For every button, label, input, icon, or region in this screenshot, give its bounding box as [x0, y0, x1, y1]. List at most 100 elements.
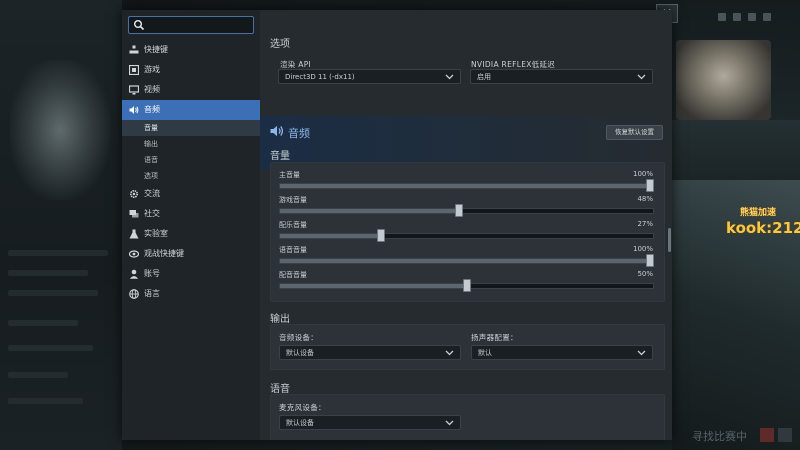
watermark-logo: 熊猫加速 kook:212	[726, 206, 800, 240]
search-icon	[134, 20, 145, 31]
reset-defaults-button[interactable]: 恢复默认设置	[606, 125, 663, 140]
matchmaking-widget[interactable]: 寻找比赛中	[672, 420, 800, 450]
background-hero-art	[10, 60, 110, 200]
gear-icon	[129, 189, 139, 199]
speaker-config-label: 扬声器配置：	[471, 333, 518, 342]
speaker-icon	[129, 106, 139, 114]
search-input[interactable]	[128, 16, 254, 34]
slider-fill	[280, 259, 653, 263]
flask-icon	[129, 229, 139, 239]
sidebar-item-label: 社交	[144, 209, 160, 218]
sidebar-item-label: 快捷键	[144, 45, 168, 54]
render-api-select[interactable]: Direct3D 11 (-dx11)	[278, 69, 461, 84]
content-scrollbar[interactable]	[668, 228, 671, 252]
sidebar-subitem-voice[interactable]: 语音	[122, 152, 260, 168]
slider-thumb[interactable]	[463, 279, 471, 292]
sidebar-item-language[interactable]: 语言	[122, 284, 260, 304]
settings-nav: 快捷键 游戏 视频 音频 音量 输出 语音 选项 交流 社交 实验室 观战快捷键…	[122, 40, 260, 304]
sidebar-item-game[interactable]: 游戏	[122, 60, 260, 80]
background-hero-card	[676, 40, 771, 120]
settings-sidebar: 快捷键 游戏 视频 音频 音量 输出 语音 选项 交流 社交 实验室 观战快捷键…	[122, 10, 260, 440]
audio-device-label: 音频设备：	[279, 333, 318, 342]
sidebar-item-spectator-hotkeys[interactable]: 观战快捷键	[122, 244, 260, 264]
master-volume-slider[interactable]	[279, 179, 654, 192]
watermark-main-text: kook:212	[726, 219, 800, 237]
chevron-down-icon	[445, 420, 454, 426]
slider-thumb[interactable]	[646, 179, 654, 192]
music-volume-slider[interactable]	[279, 229, 654, 242]
section-title-options: 选项	[270, 39, 290, 50]
sidebar-item-video[interactable]: 视频	[122, 80, 260, 100]
user-icon	[129, 269, 139, 279]
game-icon	[129, 65, 139, 75]
mic-device-value: 默认设备	[286, 419, 314, 427]
speaker-config-select[interactable]: 默认	[471, 345, 653, 360]
slider-label: 游戏音量	[279, 196, 307, 204]
sidebar-item-label: 视频	[144, 85, 160, 94]
speaker-config-value: 默认	[478, 349, 492, 357]
sidebar-item-account[interactable]: 账号	[122, 264, 260, 284]
sidebar-item-social[interactable]: 社交	[122, 204, 260, 224]
chevron-down-icon	[445, 350, 454, 356]
slider-label: 配乐音量	[279, 221, 307, 229]
sidebar-item-hotkeys[interactable]: 快捷键	[122, 40, 260, 60]
matchmaking-label: 寻找比赛中	[692, 430, 747, 443]
settings-dialog: 快捷键 游戏 视频 音频 音量 输出 语音 选项 交流 社交 实验室 观战快捷键…	[122, 10, 672, 440]
matchmaking-icon	[778, 428, 792, 442]
background-row	[8, 345, 93, 351]
background-row	[8, 320, 78, 326]
slider-fill	[280, 234, 381, 238]
output-panel: 音频设备： 默认设备 扬声器配置： 默认	[270, 324, 665, 370]
matchmaking-icon	[760, 428, 774, 442]
slider-thumb[interactable]	[377, 229, 385, 242]
sidebar-item-label: 交流	[144, 189, 160, 198]
slider-fill	[280, 184, 653, 188]
volume-panel: 主音量 100% 游戏音量 48% 配乐音量 27% 语音音量 100% 配音音…	[270, 162, 665, 302]
sidebar-subitem-options[interactable]: 选项	[122, 168, 260, 184]
sidebar-item-label: 游戏	[144, 65, 160, 74]
mic-device-label: 麦克风设备：	[279, 403, 326, 412]
slider-fill	[280, 209, 459, 213]
audio-device-select[interactable]: 默认设备	[279, 345, 461, 360]
reflex-select[interactable]: 启用	[470, 69, 653, 84]
slider-percent: 27%	[637, 220, 653, 228]
voice-panel: 麦克风设备： 默认设备	[270, 394, 665, 440]
sidebar-item-communication[interactable]: 交流	[122, 184, 260, 204]
settings-content: 选项 渲染 API Direct3D 11 (-dx11) NVIDIA REF…	[260, 10, 672, 440]
background-row	[8, 250, 108, 256]
chevron-down-icon	[637, 350, 646, 356]
reflex-value: 启用	[477, 73, 491, 81]
slider-label: 主音量	[279, 171, 300, 179]
background-row	[8, 290, 98, 296]
sidebar-item-labs[interactable]: 实验室	[122, 224, 260, 244]
sidebar-item-audio[interactable]: 音频	[122, 100, 260, 120]
speaker-icon	[270, 125, 284, 137]
slider-thumb[interactable]	[455, 204, 463, 217]
slider-label: 语音音量	[279, 246, 307, 254]
slider-percent: 50%	[637, 270, 653, 278]
render-api-value: Direct3D 11 (-dx11)	[285, 73, 355, 81]
top-bar-icons	[718, 6, 792, 21]
monitor-icon	[129, 85, 139, 95]
sidebar-subitem-volume[interactable]: 音量	[122, 120, 260, 136]
audio-title: 音频	[288, 127, 310, 140]
slider-fill	[280, 284, 467, 288]
slider-percent: 48%	[637, 195, 653, 203]
chevron-down-icon	[445, 74, 454, 80]
slider-percent: 100%	[632, 245, 653, 253]
announcer-volume-slider[interactable]	[279, 279, 654, 292]
chevron-down-icon	[637, 74, 646, 80]
sidebar-item-label: 音频	[144, 105, 160, 114]
slider-thumb[interactable]	[646, 254, 654, 267]
eye-icon	[129, 250, 139, 258]
game-volume-slider[interactable]	[279, 204, 654, 217]
sidebar-item-label: 观战快捷键	[144, 249, 184, 258]
chat-icon	[129, 210, 139, 218]
mic-device-select[interactable]: 默认设备	[279, 415, 461, 430]
sidebar-item-label: 语言	[144, 289, 160, 298]
background-row	[8, 270, 88, 276]
globe-icon	[129, 289, 139, 299]
voice-volume-slider[interactable]	[279, 254, 654, 267]
sidebar-subitem-output[interactable]: 输出	[122, 136, 260, 152]
hotkey-icon	[129, 45, 139, 54]
